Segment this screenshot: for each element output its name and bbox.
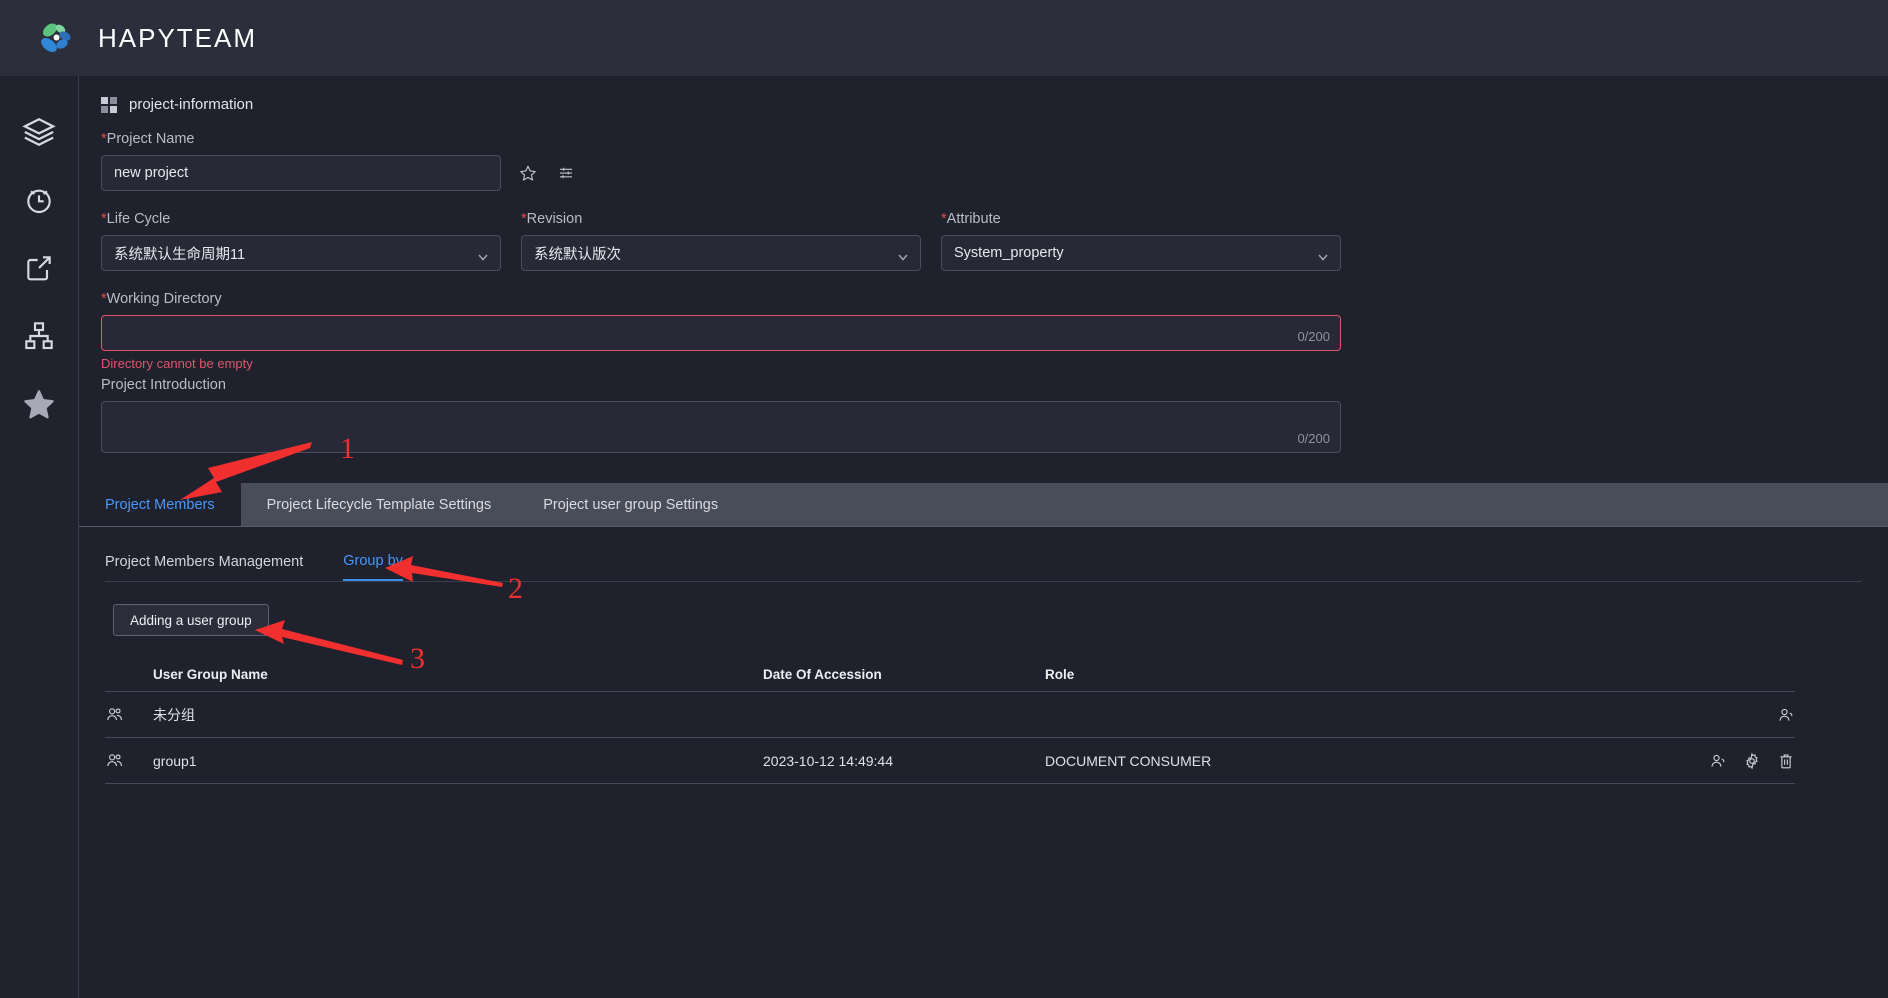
sidebar-item-layers[interactable] [10,98,68,166]
panel-header: project-information [79,76,1888,125]
page-title: project-information [129,96,254,113]
column-date-of-accession: Date Of Accession [763,667,882,682]
clock-icon [27,189,51,214]
users-icon [107,754,122,767]
cell-role: DOCUMENT CONSUMER [1045,752,1212,769]
chevron-down-icon [898,249,908,261]
working-directory-error: Directory cannot be empty [101,356,253,371]
life-cycle-label: *Life Cycle [101,211,171,227]
settings-sliders-button[interactable] [555,162,577,184]
trash-icon[interactable] [1777,752,1795,770]
group-avatar [105,705,153,724]
column-user-group-name: User Group Name [153,667,268,682]
working-directory-counter: 0/200 [1297,329,1330,344]
tab-bar: Project Members Project Lifecycle Templa… [79,483,1888,527]
revision-value: 系统默认版次 [534,246,621,263]
brand-logo[interactable]: HAPYTEAM [36,18,257,58]
project-name-label: *Project Name [101,131,195,147]
group-avatar [105,751,153,770]
top-bar: HAPYTEAM [0,0,1888,76]
chevron-down-icon [478,249,488,261]
revision-field: *Revision 系统默认版次 [521,211,921,271]
working-directory-label: *Working Directory [101,291,222,307]
hapyteam-logo-icon [41,23,71,52]
favorite-star-button[interactable] [517,162,539,184]
project-introduction-textarea[interactable]: 0/200 [101,401,1341,453]
brand-name: HAPYTEAM [98,22,258,53]
chevron-down-icon [1318,249,1328,261]
table-row[interactable]: 未分组 [105,692,1795,738]
add-user-group-button[interactable]: Adding a user group [113,604,269,636]
tab-project-lifecycle-template-settings[interactable]: Project Lifecycle Template Settings [241,483,518,526]
share-icon [27,256,51,281]
cell-group-name: 未分组 [153,706,195,723]
subtab-group-by[interactable]: Group by [343,553,403,581]
working-directory-input[interactable]: 0/200 [101,315,1341,351]
project-name-row [101,155,1888,191]
star-outline-icon [520,165,536,181]
working-directory-field: *Working Directory 0/200 Directory canno… [101,291,1341,453]
tab-project-user-group-settings[interactable]: Project user group Settings [517,483,744,526]
life-cycle-field: *Life Cycle 系统默认生命周期11 [101,211,501,271]
manage-members-icon[interactable] [1709,752,1727,770]
sidebar-item-history[interactable] [10,166,68,234]
attribute-field: *Attribute System_property [941,211,1341,271]
column-role: Role [1045,667,1075,682]
table-row[interactable]: group1 2023-10-12 14:49:44 DOCUMENT CONS… [105,738,1795,784]
user-group-table: User Group Name Date Of Accession Role 未… [105,658,1795,784]
star-icon [24,390,54,419]
row-actions [1645,751,1795,770]
left-sidebar [0,76,78,998]
divider [105,581,1862,582]
project-introduction-counter: 0/200 [1297,431,1330,446]
revision-label: *Revision [521,211,583,227]
sidebar-item-favorites[interactable] [10,370,68,438]
gear-icon[interactable] [1743,751,1761,770]
attribute-select[interactable]: System_property [941,235,1341,271]
sitemap-icon [25,322,53,350]
main-content: project-information *Project Name *Life … [78,76,1888,998]
project-name-input[interactable] [101,155,501,191]
cell-group-name: group1 [153,752,197,769]
sliders-icon [560,167,572,179]
attribute-label: *Attribute [941,211,1001,227]
users-icon [107,708,122,721]
life-cycle-value: 系统默认生命周期11 [114,246,246,263]
lifecycle-revision-attribute-row: *Life Cycle 系统默认生命周期11 *Revision 系统默认版次 [101,211,1888,271]
manage-members-icon[interactable] [1777,706,1795,724]
cell-date: 2023-10-12 14:49:44 [763,752,893,769]
attribute-value: System_property [954,245,1064,261]
grid-icon [101,96,117,113]
subtab-project-members-management[interactable]: Project Members Management [105,554,303,580]
revision-select[interactable]: 系统默认版次 [521,235,921,271]
sidebar-item-share[interactable] [10,234,68,302]
layers-icon [22,117,56,147]
row-actions [1645,706,1795,724]
tab-project-members[interactable]: Project Members [79,483,241,526]
project-form: *Project Name *Life Cycle 系统默认生命周期11 [79,125,1888,453]
table-header-row: User Group Name Date Of Accession Role [105,658,1795,692]
project-introduction-label: Project Introduction [101,377,226,393]
life-cycle-select[interactable]: 系统默认生命周期11 [101,235,501,271]
sidebar-item-structure[interactable] [10,302,68,370]
sub-tab-bar: Project Members Management Group by [79,527,1888,581]
